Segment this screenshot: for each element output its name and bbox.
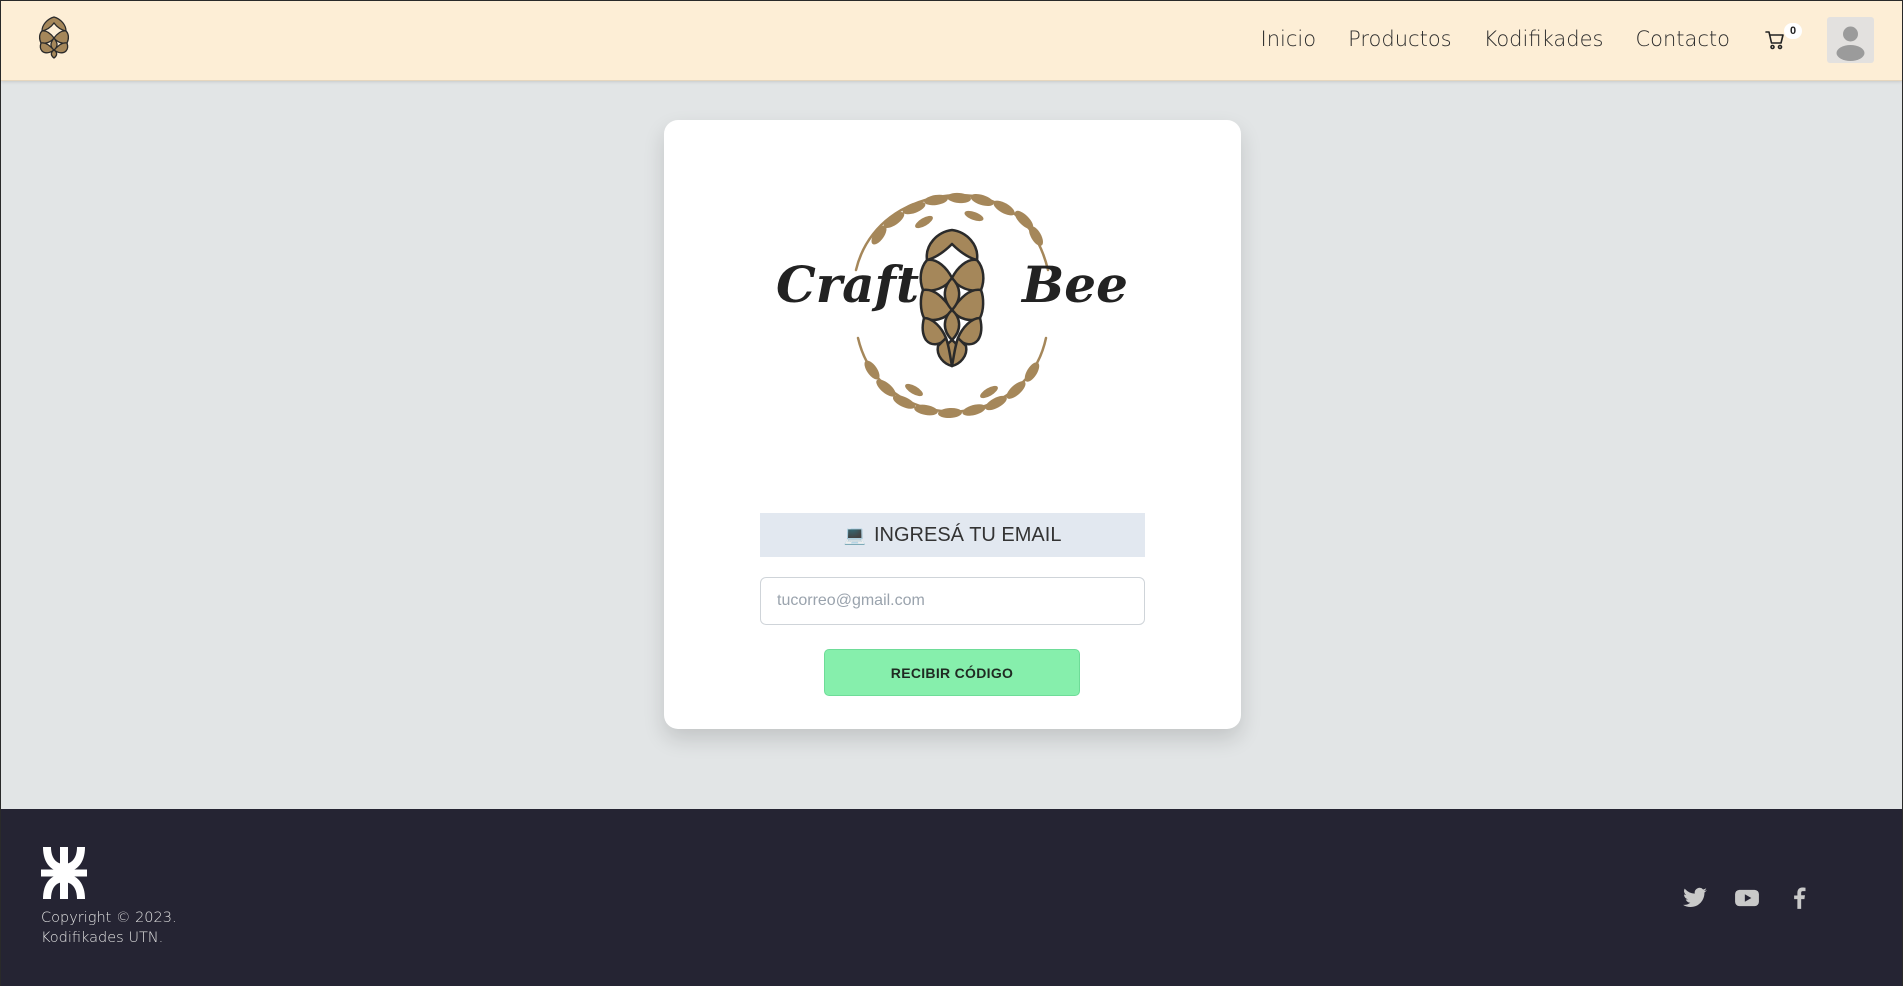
logo-word-beer: Beer (1020, 255, 1130, 314)
user-avatar-button[interactable] (1827, 17, 1874, 63)
navbar: Inicio Productos Kodifikades Contacto 0 (1, 1, 1902, 81)
twitter-icon[interactable] (1682, 885, 1708, 911)
footer: Copyright © 2023. Kodifikades UTN. (1, 809, 1902, 986)
copyright-line-1: Copyright © 2023. (41, 910, 177, 926)
receive-code-button[interactable]: RECIBIR CÓDIGO (824, 649, 1080, 696)
user-avatar-icon (1836, 26, 1865, 61)
nav-link-productos[interactable]: Productos (1348, 27, 1452, 51)
social-links (1682, 885, 1812, 911)
hop-icon (919, 228, 985, 368)
email-section-heading: 💻 INGRESÁ TU EMAIL (760, 513, 1145, 557)
craft-beer-logo: Craft Beer (776, 192, 1130, 419)
copyright-text: Copyright © 2023. Kodifikades UTN. (41, 908, 177, 948)
utn-logo-icon (41, 847, 87, 899)
email-login-card: Craft Beer 💻 INGRESÁ TU EMAIL RECIBIR CÓ… (664, 120, 1241, 729)
youtube-icon[interactable] (1734, 885, 1760, 911)
email-input[interactable] (760, 577, 1145, 625)
cart-count-badge: 0 (1784, 23, 1802, 39)
copyright-line-2: Kodifikades UTN. (41, 930, 164, 946)
logo-word-craft: Craft (776, 255, 919, 314)
nav-link-contacto[interactable]: Contacto (1635, 27, 1730, 51)
nav-link-inicio[interactable]: Inicio (1261, 27, 1317, 51)
nav-link-kodifikades[interactable]: Kodifikades (1484, 27, 1604, 51)
main-nav: Inicio Productos Kodifikades Contacto (1261, 27, 1731, 51)
cart-icon[interactable] (1764, 29, 1786, 51)
laptop-icon: 💻 (843, 524, 866, 545)
facebook-icon[interactable] (1786, 885, 1812, 911)
email-label-text: INGRESÁ TU EMAIL (873, 523, 1062, 546)
hop-logo-icon[interactable] (31, 14, 77, 60)
